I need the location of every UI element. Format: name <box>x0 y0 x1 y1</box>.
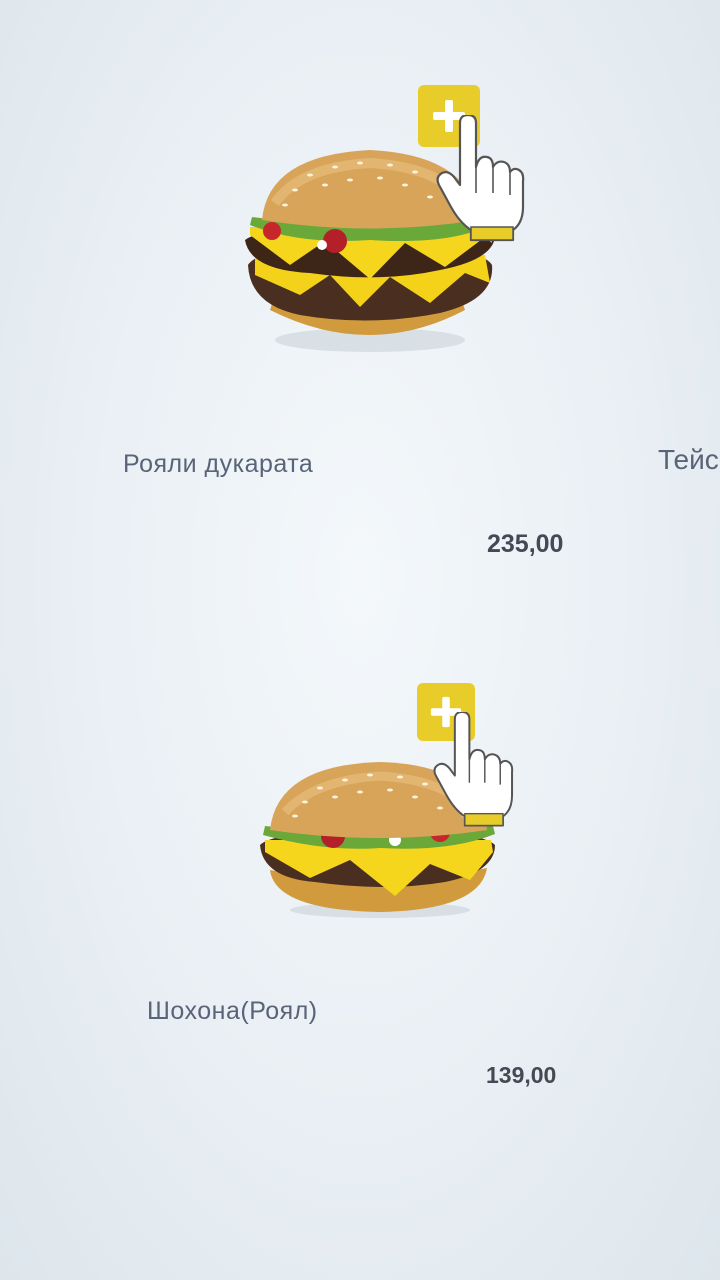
product-price: 235,00 <box>487 530 564 558</box>
product-card[interactable]: Шохона(Роял) 139,00 <box>0 640 720 1140</box>
next-product-name-partial: Тейс <box>658 444 719 475</box>
hand-pointer-icon <box>433 712 514 827</box>
hand-pointer-icon <box>436 115 525 242</box>
product-name: Рояли дукарата <box>123 450 314 478</box>
product-card[interactable]: Рояли дукарата 235,00 <box>0 0 720 600</box>
product-price: 139,00 <box>486 1062 557 1088</box>
product-name: Шохона(Роял) <box>147 997 318 1025</box>
